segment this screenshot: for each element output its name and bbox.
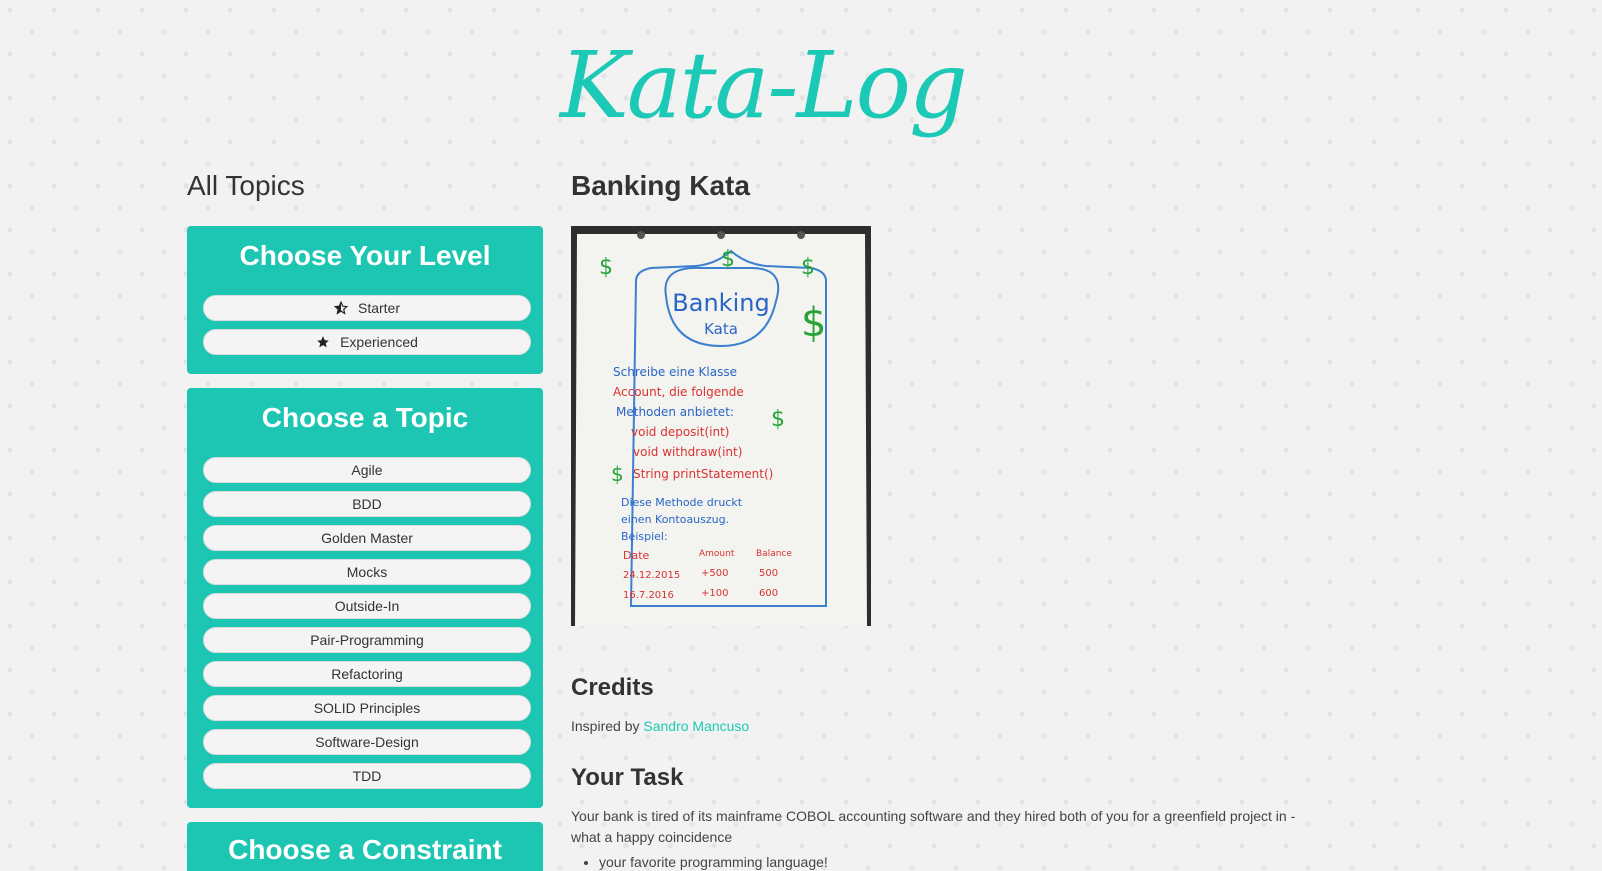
task-list-item: your favorite programming language! — [599, 852, 828, 871]
credits-author-link[interactable]: Sandro Mancuso — [643, 718, 749, 734]
topic-label: BDD — [352, 496, 382, 512]
topic-label: SOLID Principles — [313, 700, 421, 716]
level-panel-title: Choose Your Level — [239, 240, 491, 271]
level-button-starter[interactable]: Starter — [203, 295, 531, 321]
task-list: your favorite programming language! — [571, 852, 828, 871]
constraint-panel: Choose a Constraint — [187, 822, 543, 871]
task-title: Your Task — [571, 764, 684, 791]
topic-button-solid-principles[interactable]: SOLID Principles — [203, 695, 531, 721]
topic-button-software-design[interactable]: Software-Design — [203, 729, 531, 755]
topic-button-mocks[interactable]: Mocks — [203, 559, 531, 585]
ring — [717, 231, 725, 239]
dollar-sign: $ — [611, 462, 624, 486]
logo-text: Kata-Log — [560, 32, 968, 139]
image-line: Beispiel: — [621, 530, 668, 543]
task-text: Your bank is tired of its mainframe COBO… — [571, 808, 1296, 845]
image-subheading: Kata — [704, 320, 738, 338]
level-label: Experienced — [340, 334, 418, 350]
kata-flipchart-image: Banking Kata $ $ $ $ $ $ Schreibe eine K… — [571, 226, 871, 626]
topic-button-tdd[interactable]: TDD — [203, 763, 531, 789]
topic-button-agile[interactable]: Agile — [203, 457, 531, 483]
topic-label: TDD — [352, 768, 382, 784]
table-cell: 500 — [759, 568, 778, 579]
topic-button-bdd[interactable]: BDD — [203, 491, 531, 517]
level-panel: Choose Your Level Starter Experienced — [187, 226, 543, 374]
image-line: einen Kontoauszug. — [621, 513, 729, 526]
logo[interactable]: Kata-Log — [560, 18, 968, 153]
image-line: String printStatement() — [633, 467, 773, 481]
topic-label: Agile — [351, 462, 383, 478]
topic-label: Outside-In — [334, 598, 400, 614]
table-cell: 16.7.2016 — [623, 590, 674, 601]
dollar-sign: $ — [771, 407, 785, 432]
table-header: Balance — [756, 549, 792, 559]
image-line: Schreibe eine Klasse — [613, 365, 737, 379]
credits-text: Inspired by Sandro Mancuso — [571, 716, 749, 737]
topic-button-golden-master[interactable]: Golden Master — [203, 525, 531, 551]
table-cell: +100 — [701, 588, 728, 599]
sidebar-heading: All Topics — [187, 170, 305, 201]
image-line: void withdraw(int) — [633, 445, 742, 459]
dollar-sign: $ — [801, 255, 815, 280]
table-cell: +500 — [701, 568, 728, 579]
ring — [797, 231, 805, 239]
topic-label: Refactoring — [331, 666, 403, 682]
image-line: Account, die folgende — [613, 385, 744, 399]
topic-button-outside-in[interactable]: Outside-In — [203, 593, 531, 619]
image-line: Diese Methode druckt — [621, 496, 743, 509]
ring — [637, 231, 645, 239]
image-heading: Banking — [672, 289, 769, 317]
topic-label: Mocks — [346, 564, 388, 580]
image-line: Methoden anbietet: — [616, 405, 734, 419]
topic-button-pair-programming[interactable]: Pair-Programming — [203, 627, 531, 653]
topic-panel: Choose a Topic Agile BDD Golden Master M… — [187, 388, 543, 808]
flipchart-drawing: Banking Kata $ $ $ $ $ $ Schreibe eine K… — [571, 226, 871, 626]
page-title: Banking Kata — [571, 170, 750, 201]
dollar-sign: $ — [599, 255, 613, 280]
topic-label: Pair-Programming — [310, 632, 424, 648]
level-label: Starter — [357, 300, 400, 316]
constraint-panel-title: Choose a Constraint — [228, 834, 502, 865]
table-cell: 24.12.2015 — [623, 570, 680, 581]
dollar-sign: $ — [801, 300, 826, 346]
topic-label: Software-Design — [315, 734, 419, 750]
credits-prefix: Inspired by — [571, 718, 640, 734]
topic-label: Golden Master — [321, 530, 413, 546]
table-cell: 600 — [759, 588, 778, 599]
topic-panel-title: Choose a Topic — [261, 402, 469, 433]
level-button-experienced[interactable]: Experienced — [203, 329, 531, 355]
credits-title: Credits — [571, 674, 654, 701]
table-header: Amount — [699, 549, 735, 559]
star-icon — [317, 336, 329, 348]
table-header: Date — [623, 549, 650, 562]
image-line: void deposit(int) — [631, 425, 729, 439]
half-star-icon — [333, 301, 348, 315]
topic-button-refactoring[interactable]: Refactoring — [203, 661, 531, 687]
dollar-sign: $ — [721, 247, 735, 272]
